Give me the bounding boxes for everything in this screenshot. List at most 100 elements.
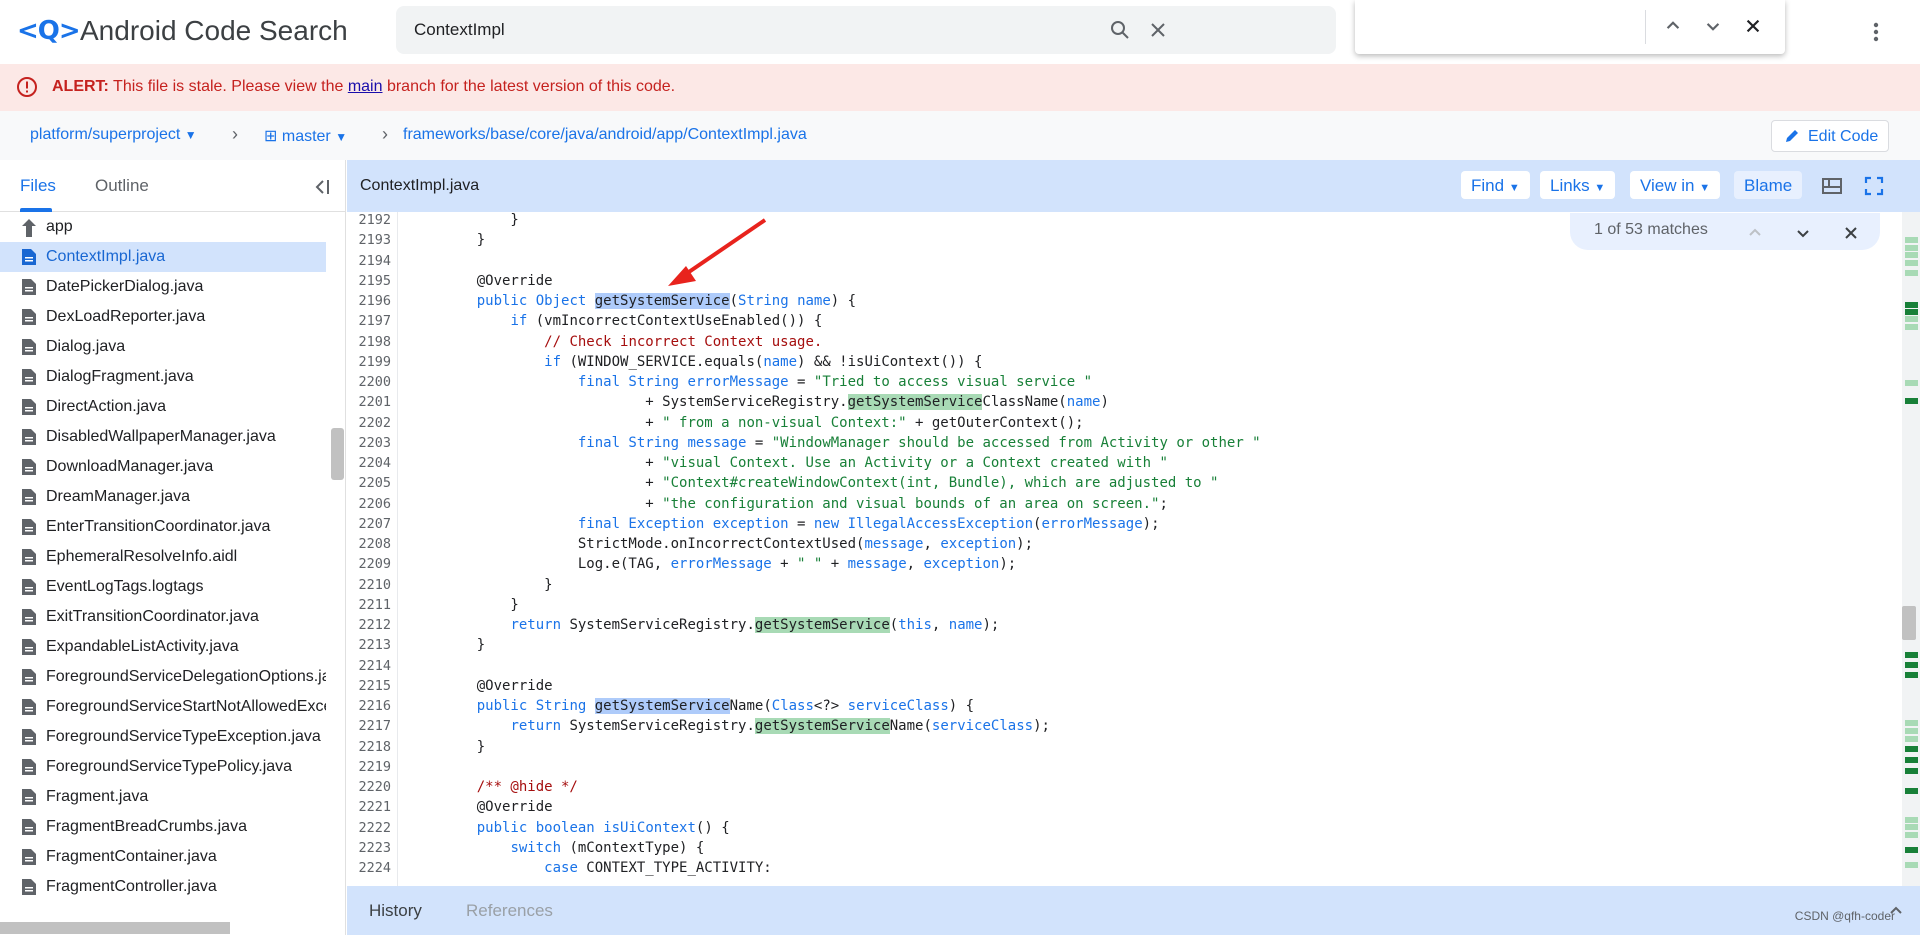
find-next-icon[interactable]: [1700, 13, 1726, 39]
file-item[interactable]: ForegroundServiceTypePolicy.java: [0, 752, 326, 782]
file-item[interactable]: FragmentContainer.java: [0, 842, 326, 872]
minimap-match-marker[interactable]: [1905, 847, 1918, 853]
file-item[interactable]: ForegroundServiceTypeException.java: [0, 722, 326, 752]
file-item[interactable]: FragmentController.java: [0, 872, 326, 902]
line-number[interactable]: 2205: [347, 475, 397, 495]
minimap-match-marker[interactable]: [1905, 824, 1918, 830]
file-item[interactable]: EphemeralResolveInfo.aidl: [0, 542, 326, 572]
minimap-match-marker[interactable]: [1905, 757, 1918, 763]
line-number[interactable]: 2212: [347, 617, 397, 637]
minimap-match-marker[interactable]: [1905, 832, 1918, 838]
minimap-match-marker[interactable]: [1905, 260, 1918, 266]
line-number[interactable]: 2210: [347, 577, 397, 597]
next-match-icon[interactable]: [1792, 222, 1814, 244]
minimap-match-marker[interactable]: [1905, 728, 1918, 734]
tab-files[interactable]: Files: [20, 176, 56, 196]
line-number[interactable]: 2218: [347, 739, 397, 759]
minimap-match-marker[interactable]: [1905, 302, 1918, 308]
minimap-match-marker[interactable]: [1905, 746, 1918, 752]
file-item[interactable]: DirectAction.java: [0, 392, 326, 422]
view-in-button[interactable]: View in ▼: [1630, 171, 1721, 199]
line-number[interactable]: 2200: [347, 374, 397, 394]
line-number[interactable]: 2221: [347, 799, 397, 819]
file-item[interactable]: ExpandableListActivity.java: [0, 632, 326, 662]
line-number[interactable]: 2214: [347, 658, 397, 678]
clear-search-icon[interactable]: [1146, 18, 1170, 42]
line-number[interactable]: 2202: [347, 415, 397, 435]
minimap-match-marker[interactable]: [1905, 398, 1918, 404]
code-search-logo[interactable]: <Q>: [17, 16, 81, 46]
line-number[interactable]: 2220: [347, 779, 397, 799]
line-number[interactable]: 2211: [347, 597, 397, 617]
sidebar-horizontal-scrollbar[interactable]: [0, 922, 230, 934]
collapse-sidebar-icon[interactable]: [310, 176, 332, 198]
file-item[interactable]: ContextImpl.java: [0, 242, 326, 272]
line-number[interactable]: 2207: [347, 516, 397, 536]
line-number[interactable]: 2201: [347, 394, 397, 414]
line-number[interactable]: 2194: [347, 253, 397, 273]
search-icon[interactable]: [1108, 18, 1132, 42]
file-item[interactable]: ForegroundServiceStartNotAllowedExceptio…: [0, 692, 326, 722]
line-number[interactable]: 2192: [347, 212, 397, 232]
line-number[interactable]: 2204: [347, 455, 397, 475]
minimap-match-marker[interactable]: [1905, 652, 1918, 658]
minimap-match-marker[interactable]: [1905, 237, 1918, 243]
main-branch-link[interactable]: main: [348, 78, 383, 95]
fullscreen-icon[interactable]: [1862, 174, 1886, 198]
file-item[interactable]: DisabledWallpaperManager.java: [0, 422, 326, 452]
minimap-match-marker[interactable]: [1905, 380, 1918, 386]
previous-match-icon[interactable]: [1744, 222, 1766, 244]
file-path-link[interactable]: frameworks/base/core/java/android/app/Co…: [403, 126, 807, 144]
minimap-match-marker[interactable]: [1905, 309, 1918, 315]
line-number[interactable]: 2219: [347, 759, 397, 779]
more-options-icon[interactable]: [1864, 20, 1888, 44]
line-number[interactable]: 2206: [347, 496, 397, 516]
parent-folder-item[interactable]: app: [0, 212, 326, 242]
minimap-match-marker[interactable]: [1905, 788, 1918, 794]
code-area[interactable]: 2192 } 2193 } 2194 2195 @Override 2196 publi…: [347, 212, 1902, 886]
find-previous-icon[interactable]: [1660, 13, 1686, 39]
line-number[interactable]: 2223: [347, 840, 397, 860]
close-search-icon[interactable]: [1840, 222, 1862, 244]
minimap-match-marker[interactable]: [1905, 817, 1918, 823]
file-item[interactable]: DownloadManager.java: [0, 452, 326, 482]
find-button[interactable]: Find ▼: [1461, 171, 1530, 199]
line-number[interactable]: 2195: [347, 273, 397, 293]
find-close-icon[interactable]: [1740, 13, 1766, 39]
links-button[interactable]: Links ▼: [1540, 171, 1616, 199]
minimap-match-marker[interactable]: [1905, 245, 1918, 251]
minimap-match-marker[interactable]: [1905, 768, 1918, 774]
line-number[interactable]: 2208: [347, 536, 397, 556]
search-match[interactable]: getSystemService: [847, 394, 983, 410]
edit-code-button[interactable]: Edit Code: [1771, 120, 1889, 152]
tab-references[interactable]: References: [466, 901, 553, 921]
file-item[interactable]: Dialog.java: [0, 332, 326, 362]
search-match[interactable]: getSystemService: [754, 718, 890, 734]
code-scrollbar-thumb[interactable]: [1902, 606, 1916, 640]
search-match[interactable]: getSystemService: [594, 293, 730, 309]
minimap-match-marker[interactable]: [1905, 720, 1918, 726]
file-item[interactable]: DreamManager.java: [0, 482, 326, 512]
search-input[interactable]: [414, 18, 1214, 42]
file-item[interactable]: EventLogTags.logtags: [0, 572, 326, 602]
file-item[interactable]: DexLoadReporter.java: [0, 302, 326, 332]
line-number[interactable]: 2197: [347, 313, 397, 333]
minimap-match-marker[interactable]: [1905, 270, 1918, 276]
search-match[interactable]: getSystemService: [594, 698, 730, 714]
file-item[interactable]: DialogFragment.java: [0, 362, 326, 392]
project-selector[interactable]: platform/superproject ▼: [30, 126, 197, 144]
file-item[interactable]: DatePickerDialog.java: [0, 272, 326, 302]
line-number[interactable]: 2222: [347, 820, 397, 840]
match-minimap[interactable]: [1902, 212, 1920, 886]
line-number[interactable]: 2213: [347, 637, 397, 657]
layout-panel-icon[interactable]: [1820, 174, 1844, 198]
line-number[interactable]: 2215: [347, 678, 397, 698]
minimap-match-marker[interactable]: [1905, 736, 1918, 742]
line-number[interactable]: 2224: [347, 860, 397, 880]
minimap-match-marker[interactable]: [1905, 316, 1918, 322]
line-number[interactable]: 2193: [347, 232, 397, 252]
line-number[interactable]: 2203: [347, 435, 397, 455]
file-item[interactable]: FragmentBreadCrumbs.java: [0, 812, 326, 842]
app-title[interactable]: Android Code Search: [80, 15, 348, 47]
minimap-match-marker[interactable]: [1905, 252, 1918, 258]
